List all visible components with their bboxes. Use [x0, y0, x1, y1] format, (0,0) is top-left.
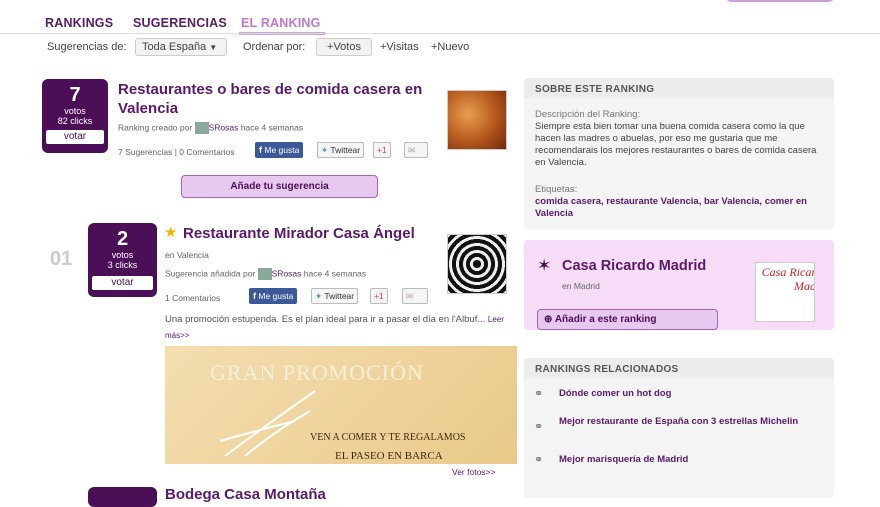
tab-el-ranking[interactable]: EL RANKING	[239, 16, 325, 35]
add-suggestion-button[interactable]: Añade tu sugerencia	[181, 175, 378, 198]
entry-comments[interactable]: 1 Comentarios	[165, 293, 220, 303]
twitter-icon: ✦	[315, 291, 323, 301]
entry-location: en Valencia	[165, 250, 209, 260]
email-icon: ✉	[406, 291, 414, 301]
promo-title: GRAN PROMOCIÓN	[210, 360, 424, 385]
related-item[interactable]: Mejor restaurante de España con 3 estrel…	[559, 416, 799, 428]
twitter-button[interactable]: ✦ Twittear	[317, 142, 365, 158]
entry-time: hace 4 semanas	[303, 268, 367, 279]
author-link[interactable]: SRosas	[209, 122, 239, 132]
facebook-label: Me gusta	[258, 291, 294, 301]
twitter-button[interactable]: ✦ Twittear	[311, 288, 359, 304]
entry-rank-number: 01	[50, 248, 73, 270]
related-item[interactable]: Mejor marisquería de Madrid	[559, 454, 819, 466]
ranking-description: Siempre esta bien tomar una buena comida…	[535, 121, 817, 168]
tab-sugerencias[interactable]: SUGERENCIAS	[133, 16, 227, 30]
chain-link-icon: ⚭	[534, 421, 544, 433]
region-select[interactable]: Toda España ▼	[135, 38, 227, 56]
avatar[interactable]	[257, 268, 272, 280]
star-icon: ★	[164, 224, 178, 241]
email-share-button[interactable]: ✉	[404, 142, 428, 158]
related-item[interactable]: Dónde comer un hot dog	[559, 388, 819, 400]
featured-title[interactable]: Casa Ricardo Madrid	[562, 257, 706, 276]
entry-description: Una promoción estupenda. Es el plan idea…	[165, 312, 517, 344]
entry-title[interactable]: Restaurante Mirador Casa Ángel	[183, 224, 443, 243]
related-header: RANKINGS RELACIONADOS	[535, 364, 679, 375]
entry-vote-button[interactable]: votar	[92, 276, 153, 290]
ranking-stats: 7 Sugerencias | 0 Comentarios	[118, 147, 235, 157]
region-value: Toda España	[142, 41, 207, 53]
chain-link-icon: ⚭	[534, 454, 544, 466]
entry-vote-box: 2 votos 3 clicks votar	[88, 223, 157, 297]
description-label: Descripción del Ranking:	[535, 109, 641, 120]
top-right-button[interactable]	[726, 0, 834, 2]
ordenar-label: Ordenar por:	[243, 41, 306, 53]
promo-line2: EL PASEO EN BARCA	[335, 450, 443, 462]
ranking-votes-label: votos	[64, 106, 86, 116]
entry-desc-text: Una promoción estupenda. Es el plan idea…	[165, 314, 486, 325]
facebook-like-button[interactable]: f Me gusta	[255, 142, 304, 158]
ranking-thumbnail[interactable]	[447, 90, 507, 150]
sort-nuevo[interactable]: +Nuevo	[431, 41, 469, 53]
tags-label: Etiquetas:	[535, 184, 578, 195]
plus-circle-icon: ⊕	[544, 314, 553, 325]
sort-votos[interactable]: +Votos	[316, 38, 372, 56]
entry-thumbnail[interactable]	[447, 234, 507, 294]
added-by-label: Sugerencia añadida por	[165, 268, 256, 279]
entry-votes: 2	[116, 228, 129, 250]
featured-link-icon: ✶	[537, 256, 552, 275]
entry-added-by: Sugerencia añadida por SRosas hace 4 sem…	[165, 268, 366, 280]
sugerencias-label: Sugerencias de:	[47, 41, 127, 53]
related-panel	[524, 358, 834, 498]
email-share-button[interactable]: ✉	[402, 288, 428, 304]
entry-clicks: 3 clicks	[107, 260, 138, 270]
gplus-button[interactable]: +1	[370, 288, 388, 304]
ranking-vote-button[interactable]: votar	[46, 130, 104, 144]
ranking-clicks: 82 clicks	[57, 116, 93, 126]
logo-text: Casa Ricar Mad	[761, 265, 815, 293]
twitter-label: Twittear	[330, 145, 361, 155]
featured-location: en Madrid	[562, 281, 600, 291]
featured-logo[interactable]: Casa Ricar Mad	[755, 262, 815, 322]
created-time: hace 4 semanas	[240, 122, 304, 133]
see-photos-link[interactable]: Ver fotos>>	[452, 467, 495, 477]
gplus-button[interactable]: +1	[373, 142, 391, 158]
add-to-ranking-button[interactable]: ⊕ Añadir a este ranking	[537, 309, 718, 330]
promo-line1: VEN A COMER Y TE REGALAMOS	[310, 432, 466, 443]
entry-votes-label: votos	[111, 250, 134, 260]
about-header: SOBRE ESTE RANKING	[535, 84, 655, 95]
facebook-like-button[interactable]: f Me gusta	[249, 288, 298, 304]
created-by-label: Ranking creado por	[118, 122, 193, 133]
entry2-vote-box	[88, 487, 157, 507]
entry-author-link[interactable]: SRosas	[272, 268, 302, 278]
ranking-title[interactable]: Restaurantes o bares de comida casera en…	[118, 80, 438, 118]
reed-illustration	[219, 390, 316, 457]
facebook-label: Me gusta	[264, 145, 300, 155]
sort-visitas[interactable]: +Visitas	[380, 41, 419, 53]
tab-rankings[interactable]: RANKINGS	[45, 16, 113, 30]
nav-divider	[0, 33, 880, 34]
twitter-label: Twittear	[324, 291, 355, 301]
ranking-votes: 7	[69, 84, 81, 106]
avatar[interactable]	[194, 122, 209, 134]
add-to-ranking-label: Añadir a este ranking	[554, 314, 657, 325]
email-icon: ✉	[408, 145, 416, 155]
twitter-icon: ✦	[321, 145, 329, 155]
chevron-down-icon: ▼	[209, 43, 218, 52]
tags-links[interactable]: comida casera, restaurante Valencia, bar…	[535, 196, 829, 220]
ranking-created-by: Ranking creado por SRosas hace 4 semanas	[118, 122, 303, 134]
ranking-vote-box: 7 votos 82 clicks votar	[42, 79, 108, 153]
promo-image[interactable]: GRAN PROMOCIÓN VEN A COMER Y TE REGALAMO…	[165, 346, 517, 464]
chain-link-icon: ⚭	[534, 388, 544, 400]
